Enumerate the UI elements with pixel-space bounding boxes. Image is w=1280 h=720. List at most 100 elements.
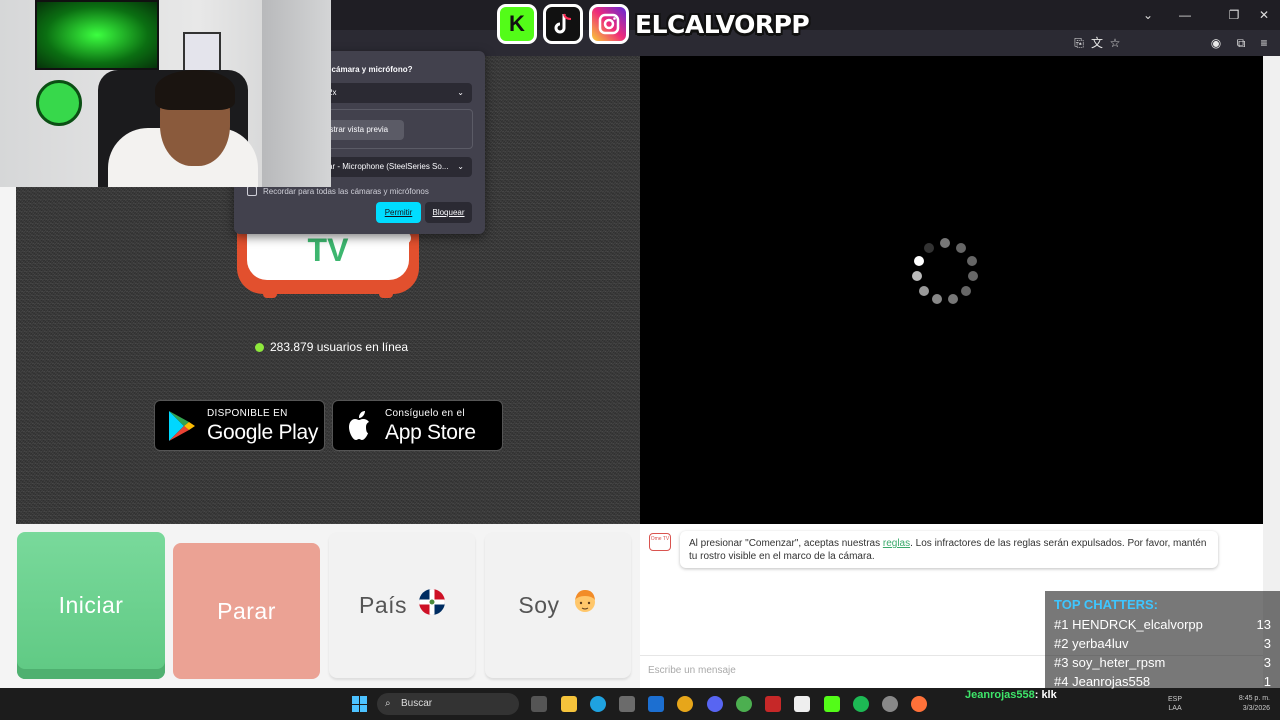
language-indicator[interactable]: ESP LAA [1168,695,1182,713]
top-chatters-overlay: TOP CHATTERS: #1 HENDRCK_elcalvorpp 13 #… [1045,591,1280,691]
google-play-button[interactable]: DISPONIBLE EN Google Play [154,400,325,451]
chatter-name: yerba4luv [1072,636,1129,651]
taskbar-search[interactable]: ⌕ Buscar [377,693,519,715]
webcam-foam-panel [262,0,331,187]
spotify-icon[interactable] [853,696,869,712]
gender-button-label: Soy [518,591,560,618]
tiktok-icon [543,4,583,44]
google-play-big-text: Google Play [207,420,319,444]
webcam-green-light [35,0,159,70]
system-message: Al presionar "Comenzar", aceptas nuestra… [680,531,1218,568]
ometv-logo-leg [379,292,393,298]
chatter-rank: #2 [1054,636,1069,651]
app-icon[interactable] [794,696,810,712]
webcam-person-hair [155,70,235,110]
app-icon[interactable] [765,696,781,712]
translate-icon[interactable]: 文 [1088,34,1106,52]
taskbar-clock[interactable]: 8:45 p. m. 3/3/2026 [1230,694,1270,714]
dominican-flag-icon [419,589,446,621]
remember-checkbox[interactable] [247,186,257,196]
streamer-webcam [0,0,331,187]
allow-button[interactable]: Permitir [376,202,421,223]
chatter-name: soy_heter_rpsm [1072,655,1166,670]
microphone-select-value: ar - Microphone (SteelSeries So... [328,162,449,171]
ometv-logo-screen: TV [247,226,409,280]
google-play-small-text: DISPONIBLE EN [207,407,288,419]
language-line2: LAA [1168,705,1182,712]
rules-link[interactable]: reglas [883,538,910,549]
close-window-button[interactable]: ✕ [1255,6,1273,24]
app-icon[interactable] [677,696,693,712]
apple-icon [343,409,377,443]
chatter-row: #3 soy_heter_rpsm 3 [1054,653,1271,672]
extensions-icon[interactable]: ⧉ [1232,34,1250,52]
discord-icon[interactable] [707,696,723,712]
chatter-name: HENDRCK_elcalvorpp [1072,617,1203,632]
top-chatters-title: TOP CHATTERS: [1054,597,1159,612]
app-store-small-text: Consíguelo en el [385,407,465,419]
online-dot-icon [255,342,264,352]
permission-title: su cámara y micrófono? [320,65,413,74]
kick-app-icon[interactable] [824,696,840,712]
gender-button[interactable]: Soy [485,532,631,678]
chatter-row: #4 Jeanrojas558 1 [1054,672,1271,691]
stop-button[interactable]: Parar [173,543,320,679]
country-button-label: País [358,591,408,618]
ometv-logo-text: TV [307,232,349,268]
windows-start-icon[interactable] [352,696,368,712]
bookmark-star-icon[interactable]: ☆ [1106,34,1124,52]
start-button[interactable]: Iniciar [17,532,165,679]
taskbar-search-placeholder: Buscar [401,698,433,709]
ometv-logo: TV [237,226,419,298]
remote-video-panel [640,56,1263,524]
chevron-down-icon: ⌄ [457,162,464,171]
chrome-icon[interactable] [736,696,752,712]
kick-icon: K [497,4,537,44]
file-explorer-icon[interactable] [561,696,577,712]
chatter-count: 13 [1256,617,1271,632]
menu-icon[interactable]: ≡ [1255,34,1273,52]
webcam-logo [36,80,82,126]
obs-icon[interactable] [882,696,898,712]
block-button[interactable]: Bloquear [425,202,472,223]
instagram-icon [589,4,629,44]
search-icon: ⌕ [385,698,391,709]
system-message-text-start: Al presionar "Comenzar", aceptas nuestra… [689,538,883,549]
restore-button[interactable]: ❐ [1225,6,1243,24]
account-icon[interactable]: ◉ [1207,34,1225,52]
person-icon [572,588,598,622]
ometv-logo-leg [263,292,277,298]
remember-label: Recordar para todas las cámaras y micróf… [263,186,429,196]
clock-date: 3/3/2026 [1242,705,1270,712]
stream-chat-user: Jeanrojas558 [965,689,1035,701]
country-button[interactable]: País [329,532,475,678]
show-preview-button[interactable]: ostrar vista previa [321,120,404,140]
chevron-down-icon: ⌄ [457,88,464,97]
remember-checkbox-row[interactable]: Recordar para todas las cámaras y micróf… [247,186,429,196]
microphone-select[interactable]: ar - Microphone (SteelSeries So... ⌄ [320,157,472,177]
chatter-rank: #1 [1054,617,1069,632]
app-store-button[interactable]: Consíguelo en el App Store [332,400,503,451]
task-view-icon[interactable] [531,696,547,712]
streamer-banner: K ELCALVORPP [497,4,810,44]
screenshot-icon[interactable]: ⎘ [1070,34,1088,52]
loading-spinner-icon [912,238,978,304]
camera-select[interactable]: 2x ⌄ [320,83,472,103]
chatter-count: 1 [1263,674,1271,689]
chatter-name: Jeanrojas558 [1072,674,1151,689]
edge-icon[interactable] [590,696,606,712]
stop-button-label: Parar [217,597,276,624]
channel-name: ELCALVORPP [635,9,810,39]
online-users-indicator: 283.879 usuarios en línea [255,340,408,354]
store-icon[interactable] [619,696,635,712]
minimize-button[interactable]: — [1176,6,1194,24]
chatter-rank: #4 [1054,674,1069,689]
chatter-row: #1 HENDRCK_elcalvorpp 13 [1054,615,1271,634]
online-users-text: 283.879 usuarios en línea [270,340,409,354]
list-all-tabs-icon[interactable]: ⌄ [1139,6,1157,24]
firefox-icon[interactable] [911,696,927,712]
chatter-rank: #3 [1054,655,1069,670]
chatter-row: #2 yerba4luv 3 [1054,634,1271,653]
mail-icon[interactable] [648,696,664,712]
clock-time: 8:45 p. m. [1238,695,1270,702]
